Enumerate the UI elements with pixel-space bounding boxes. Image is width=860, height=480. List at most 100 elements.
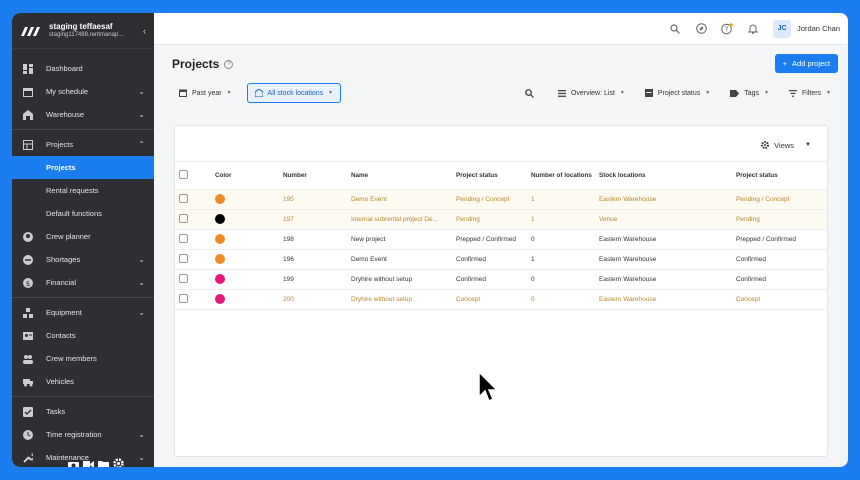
sidebar-item-label: Projects bbox=[46, 140, 74, 149]
sidebar-item-tasks[interactable]: Tasks bbox=[12, 400, 154, 423]
row-checkbox-cell bbox=[175, 269, 211, 290]
column-header-stock-locations[interactable]: Stock locations bbox=[595, 161, 732, 190]
views-dropdown[interactable]: Views ▼ bbox=[755, 136, 817, 154]
number-cell[interactable]: 199 bbox=[279, 269, 347, 290]
color-swatch bbox=[215, 213, 225, 224]
tag-icon bbox=[730, 89, 740, 97]
projects-table-card: Views ▼ Color Number Name Project status… bbox=[174, 125, 828, 457]
sidebar-item-label: Crew members bbox=[46, 354, 97, 363]
row-checkbox[interactable] bbox=[179, 234, 188, 243]
user-name[interactable]: Jordan Chan bbox=[797, 24, 840, 33]
number-cell[interactable]: 196 bbox=[279, 249, 347, 270]
tags-filter[interactable]: Tags ▼ bbox=[723, 83, 776, 103]
number-cell[interactable]: 200 bbox=[279, 289, 347, 310]
row-checkbox[interactable] bbox=[179, 274, 188, 283]
color-cell bbox=[211, 249, 279, 270]
contacts-icon bbox=[22, 330, 34, 342]
sidebar-item-time-registration[interactable]: Time registration ⌄ bbox=[12, 423, 154, 446]
status-icon bbox=[644, 89, 653, 97]
app-window: staging teffaesaf staging117488.rentmana… bbox=[12, 13, 848, 467]
compass-icon[interactable] bbox=[695, 23, 707, 35]
column-header-number-of-locations[interactable]: Number of locations bbox=[527, 161, 595, 190]
color-swatch bbox=[215, 233, 225, 244]
sidebar-item-shortages[interactable]: Shortages ⌄ bbox=[12, 248, 154, 271]
project-status-filter[interactable]: Project status ▼ bbox=[638, 83, 717, 103]
number-cell[interactable]: 195 bbox=[279, 189, 347, 210]
table-row[interactable]: 195 Demo Event Pending / Concept 1 Eastern W… bbox=[175, 189, 827, 210]
number-cell[interactable]: 198 bbox=[279, 229, 347, 250]
table-row[interactable]: 198 New project Prepped / Confirmed 0 Easter… bbox=[175, 229, 827, 250]
number-cell[interactable]: 197 bbox=[279, 209, 347, 230]
column-header-color[interactable]: Color bbox=[211, 161, 279, 190]
avatar[interactable]: JC bbox=[773, 19, 792, 38]
caret-down-icon: ▼ bbox=[705, 90, 711, 96]
sidebar-item-equipment[interactable]: Equipment ⌄ bbox=[12, 301, 154, 324]
row-checkbox[interactable] bbox=[179, 254, 188, 263]
stock-locations-cell: Eastern Warehouse bbox=[595, 289, 732, 310]
sidebar-item-label: Financial bbox=[46, 278, 77, 287]
views-label: Views bbox=[774, 140, 795, 150]
color-cell bbox=[211, 209, 279, 230]
filters-dropdown[interactable]: Filters ▼ bbox=[782, 83, 838, 103]
info-icon[interactable]: ? bbox=[224, 59, 234, 69]
table-row[interactable]: 196 Demo Event Confirmed 1 Eastern Warehouse… bbox=[175, 249, 827, 270]
sidebar-item-financial[interactable]: $ Financial ⌄ bbox=[12, 271, 154, 294]
gear-icon[interactable] bbox=[113, 456, 124, 467]
project-status-filter-label: Project status bbox=[657, 89, 701, 97]
name-cell[interactable]: Demo Event bbox=[347, 249, 452, 270]
svg-text:?: ? bbox=[725, 25, 729, 33]
row-checkbox[interactable] bbox=[179, 214, 188, 223]
org-switcher[interactable]: staging teffaesaf staging117488.rentmana… bbox=[12, 13, 154, 49]
video-icon[interactable] bbox=[83, 456, 94, 467]
table-row[interactable]: 200 Dryhire without setup Concept 0 Eastern … bbox=[175, 289, 827, 310]
bell-icon[interactable] bbox=[747, 23, 759, 35]
sidebar-item-label: Crew planner bbox=[46, 232, 91, 241]
page-title-text: Projects bbox=[172, 57, 220, 71]
period-filter[interactable]: Past year ▼ bbox=[172, 83, 239, 103]
clock-icon bbox=[22, 429, 34, 441]
row-checkbox[interactable] bbox=[179, 194, 188, 203]
row-checkbox[interactable] bbox=[179, 294, 188, 303]
sidebar-item-label: Rental requests bbox=[46, 186, 99, 195]
sidebar-item-label: Default functions bbox=[46, 209, 102, 218]
name-cell[interactable]: Dryhire without setup bbox=[347, 269, 452, 290]
name-cell[interactable]: Internal subrental project De... bbox=[347, 209, 452, 230]
name-cell[interactable]: New project bbox=[347, 229, 452, 250]
status2-cell: Pending bbox=[732, 209, 827, 230]
sidebar-item-crew-planner[interactable]: Crew planner bbox=[12, 225, 154, 248]
sidebar-subitem-default-functions[interactable]: Default functions bbox=[12, 202, 154, 225]
tasks-icon bbox=[22, 406, 34, 418]
table-row[interactable]: 197 Internal subrental project De... Pendi… bbox=[175, 209, 827, 230]
sidebar-subitem-rental-requests[interactable]: Rental requests bbox=[12, 179, 154, 202]
sidebar-item-label: Shortages bbox=[46, 255, 81, 264]
stock-location-filter[interactable]: All stock locations ▼ bbox=[246, 83, 342, 103]
sidebar-item-dashboard[interactable]: Dashboard bbox=[12, 57, 154, 80]
sidebar-item-contacts[interactable]: Contacts bbox=[12, 324, 154, 347]
table-search-button[interactable] bbox=[518, 83, 541, 103]
sidebar-item-crew-members[interactable]: Crew members bbox=[12, 347, 154, 370]
column-header-name[interactable]: Name bbox=[347, 161, 452, 190]
sidebar-item-vehicles[interactable]: Vehicles bbox=[12, 370, 154, 393]
help-icon[interactable]: ? bbox=[721, 22, 733, 35]
column-header-project-status[interactable]: Project status bbox=[452, 161, 527, 190]
sidebar-item-projects[interactable]: Projects ⌃ bbox=[12, 133, 154, 156]
column-header-number[interactable]: Number bbox=[279, 161, 347, 190]
sidebar-item-my-schedule[interactable]: My schedule ⌄ bbox=[12, 80, 154, 103]
table-row[interactable]: 199 Dryhire without setup Confirmed 0 Easter… bbox=[175, 269, 827, 290]
color-cell bbox=[211, 269, 279, 290]
status2-cell: Concept bbox=[732, 289, 827, 310]
search-icon[interactable] bbox=[669, 23, 681, 35]
folder-icon[interactable] bbox=[98, 456, 109, 467]
sidebar-item-label: Warehouse bbox=[46, 110, 85, 119]
sidebar-item-warehouse[interactable]: Warehouse ⌄ bbox=[12, 103, 154, 126]
sidebar-subitem-projects[interactable]: Projects bbox=[12, 156, 154, 179]
add-project-button[interactable]: + Add project bbox=[774, 54, 838, 73]
sidebar-item-label: Time registration bbox=[46, 430, 102, 439]
color-cell bbox=[211, 229, 279, 250]
camera-icon[interactable] bbox=[68, 456, 79, 467]
select-all-checkbox[interactable] bbox=[179, 170, 188, 179]
name-cell[interactable]: Dryhire without setup bbox=[347, 289, 452, 310]
overview-dropdown[interactable]: Overview: List ▼ bbox=[551, 83, 632, 103]
column-header-project-status-2[interactable]: Project status bbox=[732, 161, 827, 190]
name-cell[interactable]: Demo Event bbox=[347, 189, 452, 210]
